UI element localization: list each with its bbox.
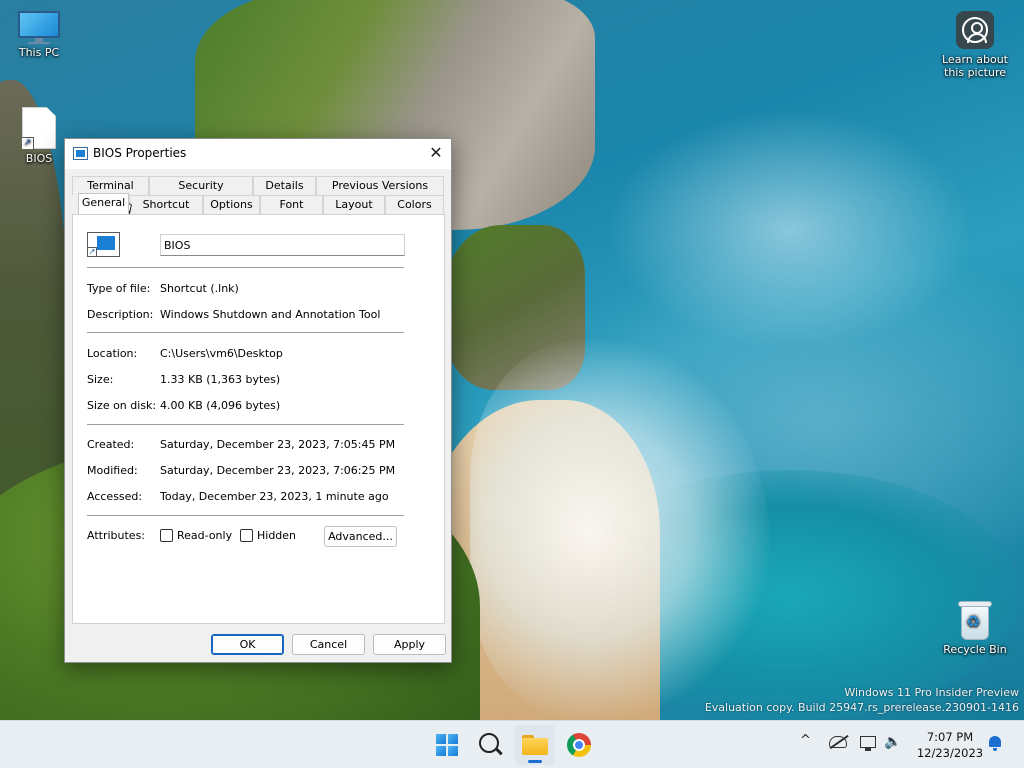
tab-previous-versions[interactable]: Previous Versions [316,176,444,195]
chrome-button[interactable] [559,725,599,765]
created-value: Saturday, December 23, 2023, 7:05:45 PM [160,438,396,451]
desktop-icon-this-pc[interactable]: This PC [4,11,74,59]
hidden-checkbox[interactable]: Hidden [240,529,296,542]
apply-button[interactable]: Apply [373,634,446,655]
location-value: C:\Users\vm6\Desktop [160,347,283,360]
description-value: Windows Shutdown and Annotation Tool [160,308,381,321]
file-explorer-icon [522,735,548,755]
size-on-disk-label: Size on disk: [87,399,157,412]
location-label: Location: [87,347,138,360]
volume-muted-icon[interactable]: 🔈 [884,734,901,750]
checkbox-box[interactable] [160,529,173,542]
desktop-icon-label: This PC [18,46,60,59]
modified-label: Modified: [87,464,138,477]
size-value: 1.33 KB (1,363 bytes) [160,373,281,386]
chrome-icon [567,733,591,757]
properties-dialog: BIOS Properties ✕ Terminal Security Deta… [64,138,452,663]
readonly-label: Read-only [177,529,233,542]
shortcut-file-icon: ↗ [22,107,56,149]
advanced-button[interactable]: Advanced... [324,526,397,547]
notification-bell-icon[interactable] [988,736,1002,751]
type-of-file-label: Type of file: [87,282,151,295]
desktop-icon-learn-about-picture[interactable]: Learn about this picture [939,11,1011,79]
shortcut-app-icon [73,147,88,160]
checkbox-box[interactable] [240,529,253,542]
tab-font[interactable]: Font [260,195,323,214]
show-hidden-icons-button[interactable]: ^ [800,733,811,748]
desktop-icon-recycle-bin[interactable]: ♻ Recycle Bin [940,600,1010,656]
tab-colors[interactable]: Colors [385,195,444,214]
tab-shortcut[interactable]: Shortcut [129,195,203,214]
shortcut-arrow-icon: ↗ [22,137,34,149]
modified-value: Saturday, December 23, 2023, 7:06:25 PM [160,464,396,477]
general-tab-panel: ↗ Type of file: Shortcut (.lnk) Descript… [72,214,445,624]
watermark-line: Windows 11 Pro Insider Preview [844,686,1019,699]
size-label: Size: [87,373,114,386]
taskbar-clock[interactable]: 7:07 PM 12/23/2023 [915,729,985,761]
created-label: Created: [87,438,135,451]
cancel-button[interactable]: Cancel [292,634,365,655]
ok-button[interactable]: OK [211,634,284,655]
description-label: Description: [87,308,154,321]
divider [87,424,404,425]
hidden-label: Hidden [257,529,297,542]
divider [87,332,404,333]
tab-details[interactable]: Details [253,176,316,195]
clock-time: 7:07 PM [926,730,974,744]
type-of-file-value: Shortcut (.lnk) [160,282,239,295]
start-button[interactable] [427,725,467,765]
dialog-titlebar[interactable]: BIOS Properties ✕ [65,139,451,169]
dialog-title: BIOS Properties [93,146,187,160]
divider [87,267,404,268]
shortcut-arrow-icon: ↗ [87,247,97,257]
file-explorer-button[interactable] [515,725,555,765]
tab-layout[interactable]: Layout [323,195,385,214]
display-icon[interactable] [860,736,876,751]
attributes-label: Attributes: [87,529,146,542]
wallpaper-surf [470,340,770,720]
start-icon [436,734,458,756]
size-on-disk-value: 4.00 KB (4,096 bytes) [160,399,281,412]
accessed-value: Today, December 23, 2023, 1 minute ago [160,490,389,503]
learn-about-picture-icon [956,11,994,49]
clock-date: 12/23/2023 [916,746,984,760]
recycle-bin-icon: ♻ [958,600,992,640]
desktop-icon-label: Recycle Bin [943,643,1007,656]
close-button[interactable]: ✕ [421,139,451,169]
search-icon [479,733,499,753]
monitor-icon [18,11,60,44]
readonly-checkbox[interactable]: Read-only [160,529,232,542]
tab-security[interactable]: Security [149,176,253,195]
search-button[interactable] [471,725,511,765]
network-disconnected-icon[interactable] [829,736,847,748]
windows-watermark: Windows 11 Pro Insider Preview Evaluatio… [705,685,1019,715]
taskbar: ^ 🔈 7:07 PM 12/23/2023 [0,720,1024,768]
tab-options[interactable]: Options [203,195,260,214]
shortcut-file-icon: ↗ [87,232,120,257]
file-name-field[interactable] [160,234,405,256]
watermark-line: Evaluation copy. Build 25947.rs_prerelea… [704,701,1019,714]
divider [87,515,404,516]
desktop-icon-label: Learn about this picture [942,53,1008,79]
tab-general[interactable]: General [78,193,129,214]
accessed-label: Accessed: [87,490,143,503]
